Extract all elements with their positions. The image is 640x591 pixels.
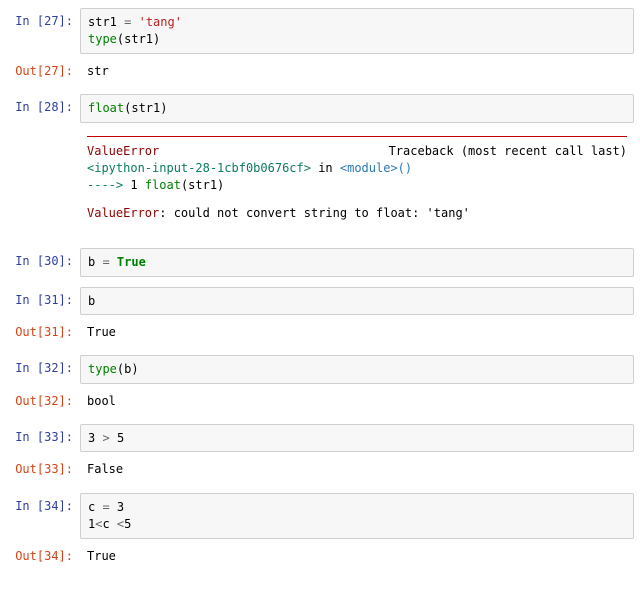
cell-spacer <box>2 228 634 246</box>
input-prompt: In [34]: <box>2 493 80 539</box>
output-prompt: Out[33]: <box>2 456 80 482</box>
code-input[interactable]: b = True <box>80 248 634 276</box>
output-text: bool <box>80 388 634 414</box>
output-cell: Out[27]: str <box>2 56 634 86</box>
output-prompt: Out[32]: <box>2 388 80 414</box>
output-cell: Out[32]: bool <box>2 386 634 416</box>
error-name: ValueError <box>87 206 159 220</box>
output-prompt: Out[31]: <box>2 319 80 345</box>
input-prompt: In [30]: <box>2 248 80 276</box>
traceback-module: <module> <box>340 161 398 175</box>
output-prompt: Out[34]: <box>2 543 80 569</box>
error-message: : could not convert string to float: 'ta… <box>159 206 470 220</box>
input-cell: In [30]: b = True <box>2 246 634 278</box>
traceback-parens: () <box>398 161 412 175</box>
input-cell: In [28]: float(str1) <box>2 92 634 124</box>
output-text: True <box>80 319 634 345</box>
output-cell: Out[33]: False <box>2 454 634 484</box>
code-input[interactable]: c = 3 1<c <5 <box>80 493 634 539</box>
code-input[interactable]: float(str1) <box>80 94 634 122</box>
traceback-in: in <box>311 161 340 175</box>
code-input[interactable]: type(b) <box>80 355 634 383</box>
output-text: True <box>80 543 634 569</box>
code-input[interactable]: str1 = 'tang' type(str1) <box>80 8 634 54</box>
error-name: ValueError <box>87 143 159 160</box>
traceback-arrow: ----> <box>87 178 130 192</box>
traceback-call: float(str1) <box>145 178 224 192</box>
traceback-label: Traceback (most recent call last) <box>389 143 627 160</box>
input-cell: In [27]: str1 = 'tang' type(str1) <box>2 6 634 56</box>
output-cell: ValueError Traceback (most recent call l… <box>2 125 634 229</box>
traceback-output: ValueError Traceback (most recent call l… <box>80 127 634 227</box>
input-prompt: In [31]: <box>2 287 80 315</box>
output-text: False <box>80 456 634 482</box>
notebook: In [27]: str1 = 'tang' type(str1) Out[27… <box>0 0 640 581</box>
input-cell: In [32]: type(b) <box>2 353 634 385</box>
code-input[interactable]: 3 > 5 <box>80 424 634 452</box>
output-prompt: Out[27]: <box>2 58 80 84</box>
input-prompt: In [28]: <box>2 94 80 122</box>
output-cell: Out[31]: True <box>2 317 634 347</box>
input-prompt: In [33]: <box>2 424 80 452</box>
output-prompt <box>2 127 80 227</box>
input-cell: In [31]: b <box>2 285 634 317</box>
input-prompt: In [32]: <box>2 355 80 383</box>
traceback-file: <ipython-input-28-1cbf0b0676cf> <box>87 161 311 175</box>
input-prompt: In [27]: <box>2 8 80 54</box>
output-cell: Out[34]: True <box>2 541 634 571</box>
traceback-divider <box>87 136 627 137</box>
output-text: str <box>80 58 634 84</box>
code-input[interactable]: b <box>80 287 634 315</box>
input-cell: In [33]: 3 > 5 <box>2 422 634 454</box>
traceback-lineno: 1 <box>130 178 144 192</box>
input-cell: In [34]: c = 3 1<c <5 <box>2 491 634 541</box>
